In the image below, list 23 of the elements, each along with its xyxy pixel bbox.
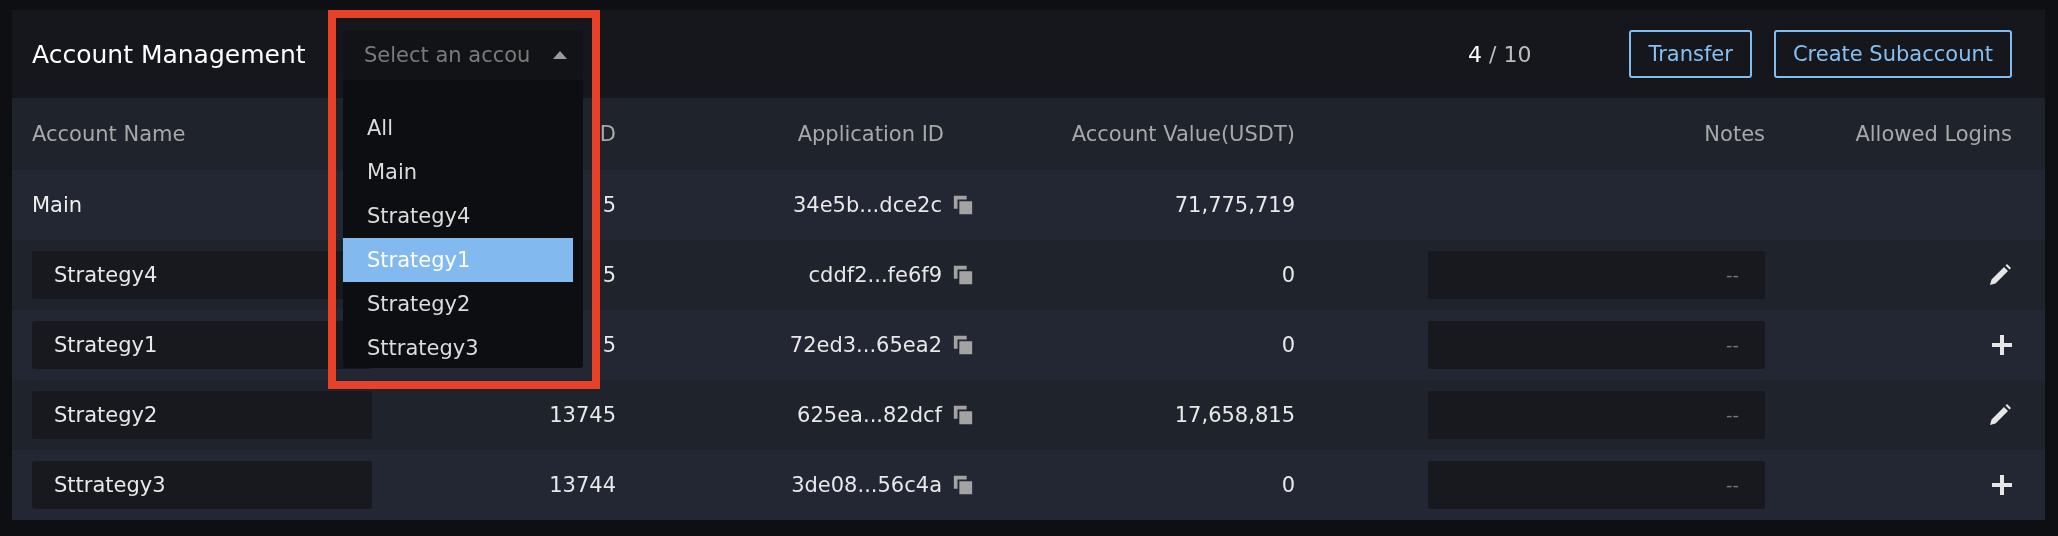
table-cell: 13745: [549, 403, 616, 427]
table-cell: 72ed3...65ea2: [789, 333, 942, 357]
account-count: 4 / 10: [1468, 41, 1532, 67]
table-cell: 34e5b...dce2c: [792, 193, 942, 217]
table-cell: 5: [602, 193, 616, 217]
table-cell: 13744: [549, 473, 616, 497]
table-cell-text: 0: [1280, 333, 1295, 357]
table-cell: cddf2...fe6f9: [808, 263, 942, 287]
table-cell-text: 71,775,719: [1173, 193, 1295, 217]
table-cell: 3de08...56c4a: [791, 473, 942, 497]
column-header: D: [599, 122, 616, 146]
column-header: Account Value(USDT): [1070, 122, 1295, 146]
table-cell: 5: [602, 333, 616, 357]
column-header: Application ID: [796, 122, 945, 146]
table-cell: 625ea...82dcf: [797, 403, 942, 427]
page-title: Account Management: [32, 39, 306, 69]
account-name: Main: [32, 193, 84, 217]
column-header: Notes: [1703, 122, 1765, 146]
table-cell-text: 17,658,815: [1173, 403, 1295, 427]
table-cell: 5: [602, 263, 616, 287]
table-cell-text: 0: [1280, 263, 1295, 287]
column-header: Allowed Logins: [1854, 122, 2012, 146]
table-cell-text: 0: [1280, 473, 1295, 497]
